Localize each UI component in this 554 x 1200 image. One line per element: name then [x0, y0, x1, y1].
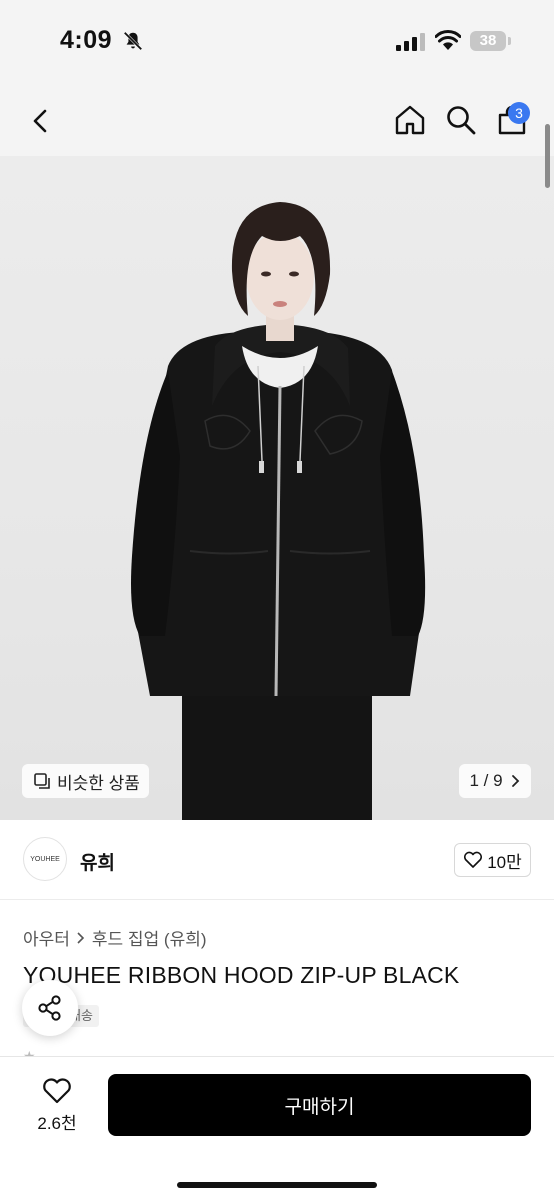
product-photo — [131, 202, 426, 820]
chevron-right-icon — [511, 775, 519, 787]
battery-level: 38 — [479, 32, 497, 49]
copy-icon — [34, 772, 50, 789]
home-indicator — [177, 1182, 377, 1188]
shop-like-button[interactable]: 10만 — [454, 843, 531, 877]
cart-count-badge: 3 — [508, 102, 530, 124]
scrollbar-thumb[interactable] — [545, 124, 550, 188]
battery-cap — [508, 37, 511, 45]
battery-icon: 38 — [470, 31, 506, 51]
status-time: 4:09 — [60, 26, 113, 54]
share-button[interactable] — [22, 980, 78, 1036]
wishlist-count: 2.6천 — [37, 1114, 77, 1133]
breadcrumb-item-outer[interactable]: 아우터 — [23, 925, 70, 950]
status-bar: 4:09 38 — [0, 0, 554, 84]
share-icon — [38, 995, 61, 1021]
bottom-action-bar: 2.6천 구매하기 — [0, 1056, 554, 1200]
search-icon[interactable] — [445, 104, 477, 136]
breadcrumb-item-category[interactable]: 후드 집업 (유희) — [92, 925, 207, 950]
page-counter-text: 1 / 9 — [469, 771, 503, 790]
bell-slash-icon — [123, 31, 143, 51]
buy-button[interactable]: 구매하기 — [108, 1074, 531, 1136]
buy-button-label: 구매하기 — [284, 1096, 355, 1118]
wishlist-button[interactable]: 2.6천 — [30, 1075, 84, 1135]
wifi-icon — [435, 30, 461, 50]
chevron-right-icon — [77, 931, 85, 944]
product-title: YOUHEE RIBBON HOOD ZIP-UP BLACK — [23, 962, 460, 988]
image-page-counter[interactable]: 1 / 9 — [459, 764, 531, 798]
similar-products-button[interactable]: 비슷한 상품 — [22, 764, 149, 798]
heart-icon — [464, 851, 483, 868]
shop-like-count: 10만 — [487, 852, 522, 872]
shop-row: YOUHEE 유희 10만 — [0, 822, 554, 900]
back-arrow-icon[interactable] — [26, 106, 54, 136]
app-header — [0, 84, 554, 156]
home-icon[interactable] — [394, 104, 426, 136]
breadcrumb: 아우터 후드 집업 (유희) — [23, 925, 207, 950]
shop-name[interactable]: 유희 — [80, 848, 115, 875]
product-image[interactable] — [0, 156, 554, 820]
shop-logo[interactable]: YOUHEE — [23, 837, 67, 881]
shop-logo-text: YOUHEE — [30, 855, 60, 863]
similar-products-label: 비슷한 상품 — [57, 773, 140, 793]
cellular-signal-icon — [396, 33, 425, 51]
heart-icon — [43, 1078, 71, 1104]
